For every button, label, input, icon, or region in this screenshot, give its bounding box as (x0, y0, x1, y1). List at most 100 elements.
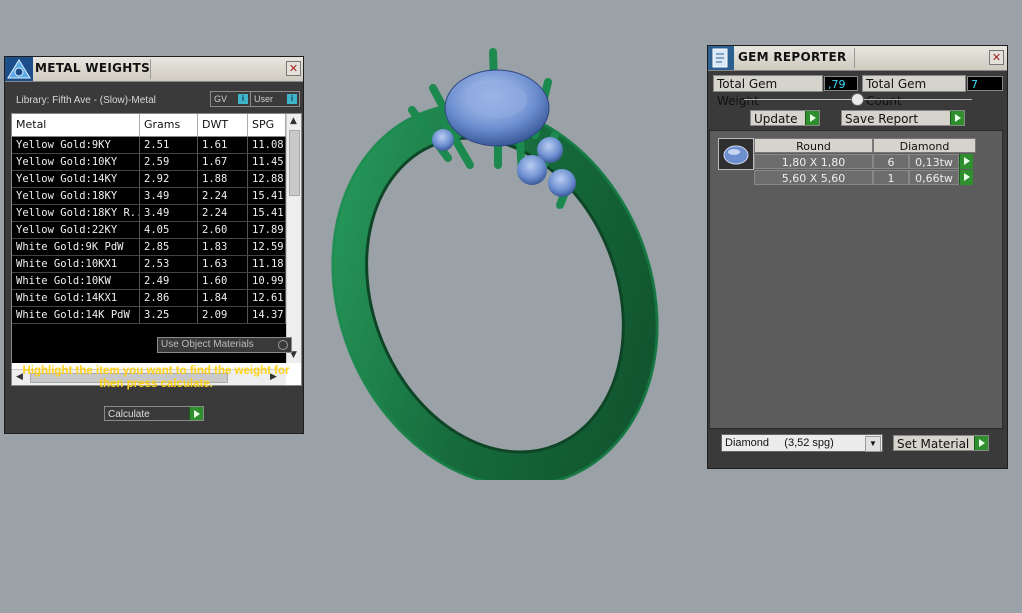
cell-spg: 17.89 (248, 222, 286, 238)
cell-metal: Yellow Gold:14KY (12, 171, 140, 187)
cell-metal: White Gold:14KX1 (12, 290, 140, 306)
cell-dwt: 1.61 (198, 137, 248, 153)
cell-metal: White Gold:14K PdW (12, 307, 140, 323)
cell-grams: 3.25 (140, 307, 198, 323)
set-material-label: Set Material (897, 437, 970, 451)
cell-dwt: 1.88 (198, 171, 248, 187)
use-object-materials-option[interactable]: Use Object Materials (157, 337, 292, 353)
table-row[interactable]: Yellow Gold:9KY 2.51 1.61 11.08 (12, 137, 286, 154)
calculate-label: Calculate (108, 409, 150, 420)
col-grams[interactable]: Grams (140, 114, 198, 136)
cell-dwt: 1.63 (198, 256, 248, 272)
title-separator (854, 48, 855, 68)
gem-reporter-title: GEM REPORTER (738, 50, 847, 64)
cell-dwt: 1.60 (198, 273, 248, 289)
cell-spg: 10.99 (248, 273, 286, 289)
set-material-button[interactable]: Set Material (893, 435, 989, 451)
update-button[interactable]: Update (750, 110, 820, 126)
play-icon (805, 111, 819, 125)
gem-report-icon (708, 46, 734, 70)
gem-weight: 0,13tw (909, 154, 959, 169)
user-toggle[interactable]: User i (250, 91, 300, 107)
cell-spg: 15.41 (248, 188, 286, 204)
info-icon: i (238, 94, 248, 104)
radio-icon[interactable] (278, 340, 288, 350)
ring-model[interactable] (330, 40, 670, 480)
calculate-button[interactable]: Calculate (104, 406, 204, 421)
cell-dwt: 2.60 (198, 222, 248, 238)
chevron-down-icon[interactable]: ▼ (865, 436, 881, 452)
gem-go-icon[interactable] (959, 170, 973, 185)
gem-count: 6 (873, 154, 909, 169)
cell-grams: 2.51 (140, 137, 198, 153)
cell-spg: 12.59 (248, 239, 286, 255)
gem-size: 5,60 X 5,60 (754, 170, 873, 185)
gem-shape-header: Round (754, 138, 873, 153)
3d-viewport[interactable]: METAL WEIGHTS ✕ Library: Fifth Ave - (Sl… (0, 0, 1022, 613)
total-gem-weight-value: ,79 (824, 76, 858, 91)
metal-weights-icon (5, 57, 33, 81)
cell-grams: 2.49 (140, 273, 198, 289)
gem-reporter-panel: GEM REPORTER ✕ Total Gem Weight ,79 Tota… (707, 45, 1008, 469)
cell-dwt: 2.24 (198, 205, 248, 221)
table-row[interactable]: Yellow Gold:22KY 4.05 2.60 17.89 (12, 222, 286, 239)
cell-grams: 2.85 (140, 239, 198, 255)
gem-count: 1 (873, 170, 909, 185)
metal-weights-panel: METAL WEIGHTS ✕ Library: Fifth Ave - (Sl… (4, 56, 304, 434)
play-icon (189, 407, 203, 420)
table-row[interactable]: Yellow Gold:14KY 2.92 1.88 12.88 (12, 171, 286, 188)
cell-metal: Yellow Gold:18KY R... (12, 205, 140, 221)
cell-metal: Yellow Gold:9KY (12, 137, 140, 153)
cell-dwt: 2.24 (198, 188, 248, 204)
table-row[interactable]: White Gold:10KW 2.49 1.60 10.99 (12, 273, 286, 290)
table-row[interactable]: White Gold:14KX1 2.86 1.84 12.61 (12, 290, 286, 307)
gem-slider-knob[interactable] (851, 93, 864, 106)
gem-go-icon[interactable] (959, 154, 973, 169)
table-row[interactable]: Yellow Gold:18KY 3.49 2.24 15.41 (12, 188, 286, 205)
cell-dwt: 1.84 (198, 290, 248, 306)
gem-weight: 0,66tw (909, 170, 959, 185)
close-icon[interactable]: ✕ (286, 61, 301, 76)
user-label: User (254, 94, 274, 104)
gv-toggle[interactable]: GV i (210, 91, 251, 107)
cell-metal: White Gold:10KW (12, 273, 140, 289)
vertical-scrollbar[interactable]: ▲ ▼ (286, 114, 301, 363)
table-row[interactable]: White Gold:9K PdW 2.85 1.83 12.59 (12, 239, 286, 256)
scroll-up-icon[interactable]: ▲ (290, 115, 297, 127)
cell-grams: 3.49 (140, 188, 198, 204)
scroll-thumb[interactable] (289, 130, 300, 196)
metal-table-header: Metal Grams DWT SPG (12, 114, 286, 137)
cell-dwt: 1.83 (198, 239, 248, 255)
table-row[interactable]: White Gold:10KX1 2.53 1.63 11.18 (12, 256, 286, 273)
material-select[interactable]: Diamond (3,52 spg) ▼ (721, 434, 883, 452)
cell-spg: 14.37 (248, 307, 286, 323)
close-icon[interactable]: ✕ (989, 50, 1004, 65)
cell-grams: 2.92 (140, 171, 198, 187)
cell-dwt: 1.67 (198, 154, 248, 170)
table-row[interactable]: White Gold:14K PdW 3.25 2.09 14.37 (12, 307, 286, 324)
metal-weights-titlebar[interactable]: METAL WEIGHTS ✕ (5, 57, 303, 82)
cell-spg: 12.88 (248, 171, 286, 187)
col-metal[interactable]: Metal (12, 114, 140, 136)
cell-metal: Yellow Gold:10KY (12, 154, 140, 170)
gem-list: Round Diamond 1,80 X 1,80 6 0,13tw 5,60 X 5… (709, 130, 1003, 429)
round-gem-icon[interactable] (718, 138, 754, 170)
material-select-value: Diamond (3,52 spg) (725, 437, 834, 449)
metal-table-body: Yellow Gold:9KY 2.51 1.61 11.08 Yellow Gold:… (12, 137, 286, 363)
cell-spg: 15.41 (248, 205, 286, 221)
use-object-materials-label: Use Object Materials (161, 339, 254, 350)
cell-grams: 2.53 (140, 256, 198, 272)
gem-type-header: Diamond (873, 138, 976, 153)
gem-reporter-titlebar[interactable]: GEM REPORTER ✕ (708, 46, 1007, 71)
col-dwt[interactable]: DWT (198, 114, 248, 136)
cell-grams: 2.86 (140, 290, 198, 306)
gv-label: GV (214, 94, 228, 104)
main-gem (444, 69, 550, 147)
cell-grams: 2.59 (140, 154, 198, 170)
table-row[interactable]: Yellow Gold:18KY R... 3.49 2.24 15.41 (12, 205, 286, 222)
col-spg[interactable]: SPG (248, 114, 286, 136)
table-row[interactable]: Yellow Gold:10KY 2.59 1.67 11.45 (12, 154, 286, 171)
calculate-hint: Highlight the item you want to find the … (22, 365, 290, 390)
save-report-label: Save Report (845, 112, 919, 126)
save-report-button[interactable]: Save Report (841, 110, 965, 126)
